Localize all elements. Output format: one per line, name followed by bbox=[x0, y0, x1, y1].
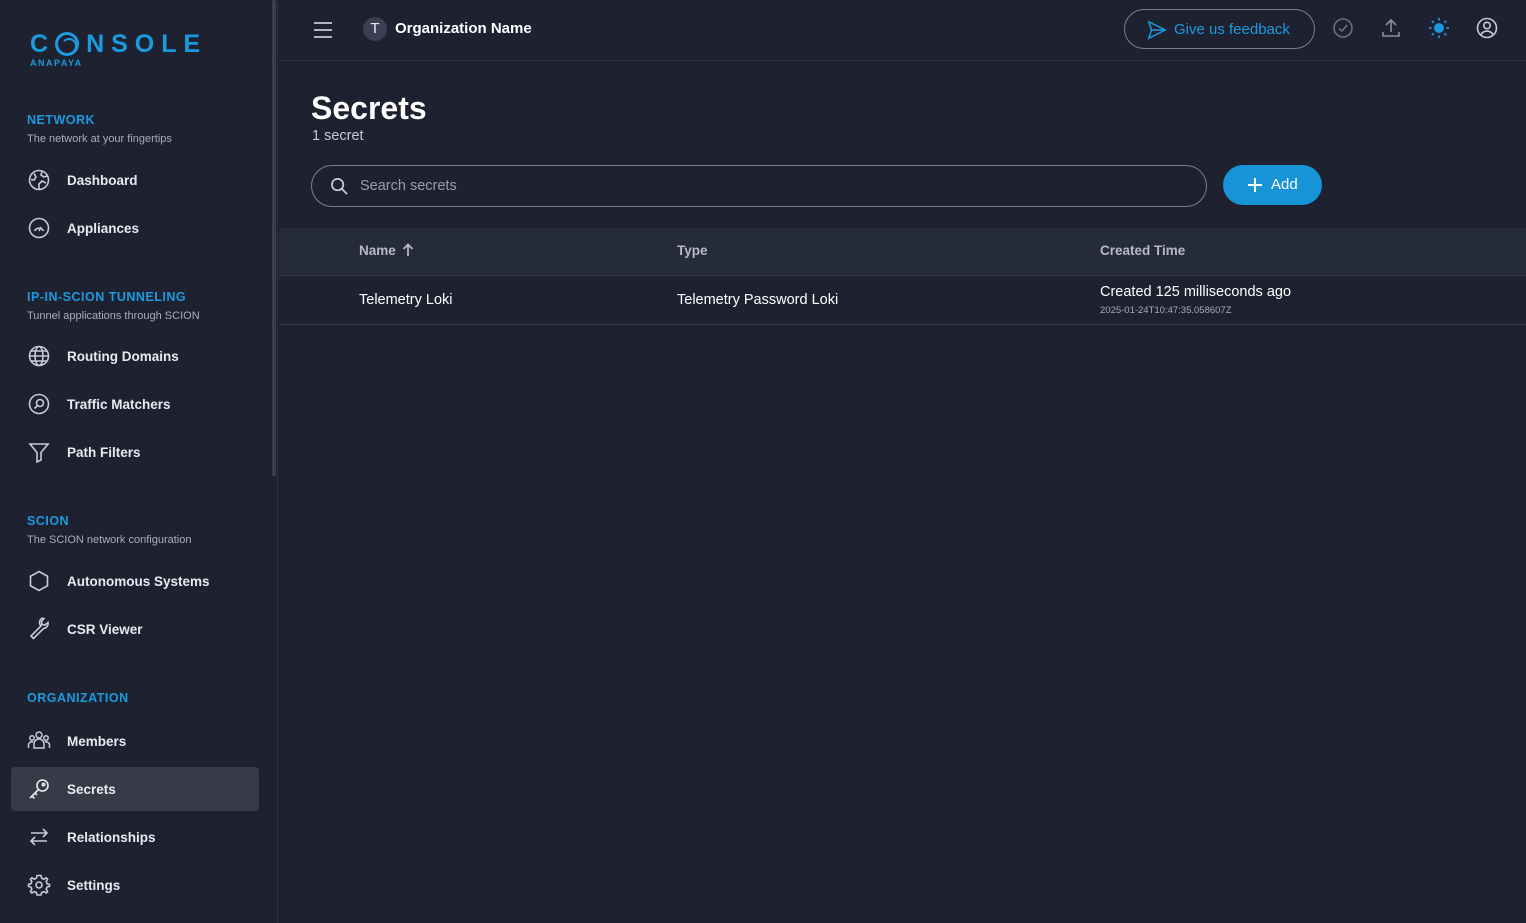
users-icon bbox=[27, 729, 51, 753]
search-input[interactable] bbox=[360, 166, 1190, 206]
gauge-icon bbox=[27, 216, 51, 240]
cell-created-timestamp: 2025-01-24T10:47:35.058607Z bbox=[1100, 305, 1232, 316]
table-row[interactable]: Telemetry Loki Telemetry Password Loki C… bbox=[279, 276, 1526, 325]
sidebar-item-label: Secrets bbox=[67, 781, 116, 797]
feedback-button[interactable]: Give us feedback bbox=[1124, 9, 1315, 49]
sidebar-item-path-filters[interactable]: Path Filters bbox=[11, 430, 259, 474]
feedback-label: Give us feedback bbox=[1174, 21, 1290, 38]
account-icon[interactable] bbox=[1475, 16, 1499, 40]
hexagon-icon bbox=[27, 569, 51, 593]
check-circle-icon[interactable] bbox=[1331, 16, 1355, 40]
sidebar-item-label: CSR Viewer bbox=[67, 621, 143, 637]
section-title: NETWORK bbox=[27, 113, 96, 127]
sidebar-item-label: Members bbox=[67, 733, 127, 749]
sidebar-item-routing-domains[interactable]: Routing Domains bbox=[11, 334, 259, 378]
sort-ascending-icon[interactable] bbox=[402, 243, 414, 257]
sidebar-item-label: Relationships bbox=[67, 829, 156, 845]
column-header-type[interactable]: Type bbox=[677, 243, 708, 258]
search-box[interactable] bbox=[311, 165, 1207, 207]
globe-icon bbox=[27, 344, 51, 368]
menu-icon[interactable] bbox=[312, 19, 334, 41]
logo-o-mark bbox=[55, 32, 80, 56]
sidebar-scrollbar[interactable] bbox=[272, 0, 276, 476]
add-label: Add bbox=[1271, 176, 1298, 193]
sidebar-item-traffic-matchers[interactable]: Traffic Matchers bbox=[11, 382, 259, 426]
section-title: IP-IN-SCION TUNNELING bbox=[27, 290, 187, 304]
sidebar-item-appliances[interactable]: Appliances bbox=[11, 206, 259, 250]
cell-created-relative: Created 125 milliseconds ago bbox=[1100, 284, 1292, 300]
sidebar-item-csr-viewer[interactable]: CSR Viewer bbox=[11, 607, 259, 651]
sidebar-item-label: Autonomous Systems bbox=[67, 573, 210, 589]
key-icon bbox=[27, 777, 51, 801]
logo-subtitle: ANAPAYA bbox=[30, 58, 83, 68]
section-subtitle: The network at your fingertips bbox=[27, 133, 172, 145]
theme-sun-icon[interactable] bbox=[1427, 16, 1451, 40]
send-icon bbox=[1146, 19, 1168, 41]
section-organization: ORGANIZATION bbox=[0, 690, 278, 706]
sidebar-item-secrets[interactable]: Secrets bbox=[11, 767, 259, 811]
cell-type: Telemetry Password Loki bbox=[677, 292, 839, 308]
upload-icon[interactable] bbox=[1379, 16, 1403, 40]
sidebar-item-autonomous-systems[interactable]: Autonomous Systems bbox=[11, 559, 259, 603]
gear-icon bbox=[27, 873, 51, 897]
page-title: Secrets bbox=[311, 90, 427, 126]
sidebar-item-label: Path Filters bbox=[67, 444, 141, 460]
wrench-icon bbox=[27, 617, 51, 641]
sidebar-item-label: Dashboard bbox=[67, 172, 138, 188]
dashboard-icon bbox=[27, 168, 51, 192]
column-header-name[interactable]: Name bbox=[359, 243, 396, 258]
section-title: ORGANIZATION bbox=[27, 691, 129, 705]
search-circle-icon bbox=[27, 392, 51, 416]
secret-count: 1 secret bbox=[312, 128, 364, 144]
sidebar-item-members[interactable]: Members bbox=[11, 719, 259, 763]
column-header-created-time[interactable]: Created Time bbox=[1100, 243, 1185, 258]
section-title: SCION bbox=[27, 514, 70, 528]
search-icon bbox=[330, 177, 349, 196]
sidebar-item-settings[interactable]: Settings bbox=[11, 863, 259, 907]
cell-name: Telemetry Loki bbox=[359, 292, 453, 308]
section-scion: SCION The SCION network configuration bbox=[0, 513, 278, 548]
sidebar-item-relationships[interactable]: Relationships bbox=[11, 815, 259, 859]
section-tunneling: IP-IN-SCION TUNNELING Tunnel application… bbox=[0, 289, 278, 324]
add-secret-button[interactable]: Add bbox=[1223, 165, 1322, 205]
section-subtitle: The SCION network configuration bbox=[27, 534, 192, 546]
sidebar-item-label: Appliances bbox=[67, 220, 140, 236]
sidebar-item-label: Settings bbox=[67, 877, 121, 893]
sidebar-item-label: Routing Domains bbox=[67, 348, 179, 364]
sidebar: C NSOLE ANAPAYA NETWORK The network at yo… bbox=[0, 0, 278, 923]
sidebar-item-dashboard[interactable]: Dashboard bbox=[11, 158, 259, 202]
funnel-icon bbox=[27, 440, 51, 464]
org-name[interactable]: Organization Name bbox=[395, 20, 532, 37]
org-avatar[interactable]: T bbox=[363, 17, 387, 41]
section-subtitle: Tunnel applications through SCION bbox=[27, 310, 200, 322]
arrows-icon bbox=[27, 825, 51, 849]
sidebar-item-label: Traffic Matchers bbox=[67, 396, 171, 412]
plus-icon bbox=[1246, 176, 1264, 194]
table-header: Name Type Created Time bbox=[279, 228, 1526, 276]
console-logo[interactable]: C NSOLE ANAPAYA bbox=[30, 30, 207, 68]
top-bar: T Organization Name Give us feedback bbox=[279, 0, 1526, 61]
section-network: NETWORK The network at your fingertips bbox=[0, 112, 278, 147]
